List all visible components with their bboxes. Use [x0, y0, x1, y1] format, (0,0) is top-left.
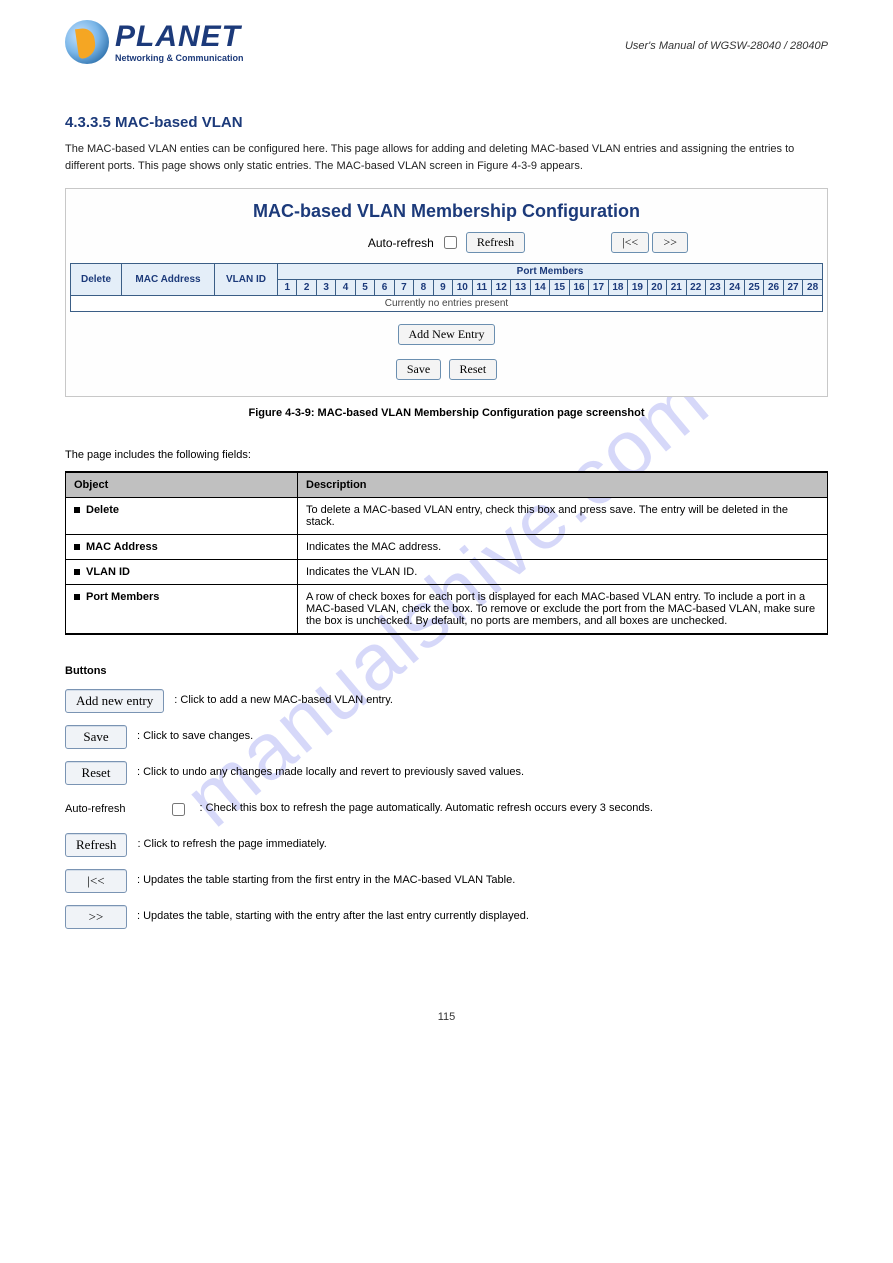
button-desc-row: Save : Click to save changes. [65, 723, 828, 751]
button-desc-text: : Click to refresh the page immediately. [137, 837, 828, 852]
reset-button[interactable]: Reset [449, 359, 498, 380]
port-col-8: 8 [414, 280, 433, 296]
port-col-15: 15 [550, 280, 569, 296]
table-nodata: Currently no entries present [71, 296, 823, 312]
refresh-button[interactable]: Refresh [466, 232, 525, 253]
param-object: VLAN ID [66, 560, 298, 585]
param-object: MAC Address [66, 535, 298, 560]
port-col-4: 4 [336, 280, 355, 296]
doc-button[interactable]: Refresh [65, 833, 127, 857]
button-desc-text: : Click to add a new MAC-based VLAN entr… [174, 693, 828, 708]
col-delete: Delete [71, 264, 122, 296]
port-col-27: 27 [783, 280, 802, 296]
fields-intro: The page includes the following fields: [65, 449, 828, 461]
button-desc-text: : Click to undo any changes made locally… [137, 765, 828, 780]
auto-refresh-row-checkbox[interactable] [172, 803, 185, 816]
port-col-28: 28 [803, 280, 823, 296]
auto-refresh-row-label: Auto-refresh [65, 803, 126, 815]
figure-caption: Figure 4-3-9: MAC-based VLAN Membership … [65, 407, 828, 419]
button-desc-row: Reset : Click to undo any changes made lo… [65, 759, 828, 787]
port-col-11: 11 [472, 280, 491, 296]
param-object: Delete [66, 498, 298, 535]
brand-name: PLANET [115, 22, 244, 52]
doc-button[interactable]: Save [65, 725, 127, 749]
brand-tagline: Networking & Communication [115, 54, 244, 63]
intro-paragraph: The MAC-based VLAN enties can be configu… [65, 141, 828, 174]
table-row: Port MembersA row of check boxes for eac… [66, 585, 828, 635]
config-panel: MAC-based VLAN Membership Configuration … [65, 188, 828, 397]
port-col-24: 24 [725, 280, 744, 296]
port-col-16: 16 [569, 280, 588, 296]
port-col-12: 12 [491, 280, 510, 296]
port-col-26: 26 [764, 280, 783, 296]
port-col-19: 19 [628, 280, 647, 296]
table-row: MAC AddressIndicates the MAC address. [66, 535, 828, 560]
page-number: 115 [65, 1011, 828, 1023]
port-col-7: 7 [394, 280, 413, 296]
add-row: Add New Entry [70, 324, 823, 345]
auto-refresh-label: Auto-refresh [368, 236, 434, 250]
panel-toolbar: Auto-refresh Refresh |<< >> [70, 232, 823, 253]
param-desc: Indicates the VLAN ID. [298, 560, 828, 585]
button-desc-text: : Updates the table starting from the fi… [137, 873, 828, 888]
doc-button[interactable]: Add new entry [65, 689, 164, 713]
button-desc-text: : Check this box to refresh the page aut… [200, 801, 828, 816]
port-col-22: 22 [686, 280, 705, 296]
section-heading: 4.3.3.5 MAC-based VLAN [65, 114, 828, 131]
button-desc-row: |<< : Updates the table starting from the… [65, 867, 828, 895]
param-desc: A row of check boxes for each port is di… [298, 585, 828, 635]
table-row: VLAN IDIndicates the VLAN ID. [66, 560, 828, 585]
doc-button[interactable]: Reset [65, 761, 127, 785]
membership-table: Delete MAC Address VLAN ID Port Members … [70, 263, 823, 312]
param-desc: Indicates the MAC address. [298, 535, 828, 560]
buttons-heading: Buttons [65, 665, 828, 677]
port-col-14: 14 [530, 280, 549, 296]
first-page-button[interactable]: |<< [611, 232, 649, 253]
col-vlan: VLAN ID [215, 264, 278, 296]
port-col-5: 5 [355, 280, 374, 296]
port-col-1: 1 [278, 280, 297, 296]
params-head-desc: Description [298, 472, 828, 498]
button-desc-text: : Click to save changes. [137, 729, 828, 744]
params-table: Object Description DeleteTo delete a MAC… [65, 471, 828, 635]
port-col-13: 13 [511, 280, 530, 296]
doc-button[interactable]: >> [65, 905, 127, 929]
panel-title: MAC-based VLAN Membership Configuration [70, 201, 823, 222]
button-desc-row: Add new entry : Click to add a new MAC-ba… [65, 687, 828, 715]
port-col-2: 2 [297, 280, 316, 296]
port-col-23: 23 [705, 280, 724, 296]
add-new-entry-button[interactable]: Add New Entry [398, 324, 496, 345]
auto-refresh-checkbox[interactable] [444, 236, 457, 249]
port-col-21: 21 [667, 280, 686, 296]
port-col-6: 6 [375, 280, 394, 296]
button-desc-row: Refresh : Click to refresh the page immed… [65, 831, 828, 859]
next-page-button[interactable]: >> [652, 232, 688, 253]
port-col-10: 10 [453, 280, 472, 296]
button-desc-row: >> : Updates the table, starting with the… [65, 903, 828, 931]
col-mac: MAC Address [122, 264, 215, 296]
globe-icon [65, 20, 109, 64]
table-row: DeleteTo delete a MAC-based VLAN entry, … [66, 498, 828, 535]
param-desc: To delete a MAC-based VLAN entry, check … [298, 498, 828, 535]
param-object: Port Members [66, 585, 298, 635]
save-reset-row: Save Reset [70, 359, 823, 380]
buttons-section: Buttons Add new entry : Click to add a ne… [65, 665, 828, 931]
port-col-18: 18 [608, 280, 627, 296]
col-port-members: Port Members [278, 264, 823, 280]
params-head-object: Object [66, 472, 298, 498]
button-desc-text: : Updates the table, starting with the e… [137, 909, 828, 924]
port-col-9: 9 [433, 280, 452, 296]
button-desc-row: Auto-refresh : Check this box to refresh … [65, 795, 828, 823]
port-col-17: 17 [589, 280, 608, 296]
port-col-25: 25 [744, 280, 763, 296]
port-col-20: 20 [647, 280, 666, 296]
save-button[interactable]: Save [396, 359, 441, 380]
doc-button[interactable]: |<< [65, 869, 127, 893]
port-col-3: 3 [316, 280, 335, 296]
